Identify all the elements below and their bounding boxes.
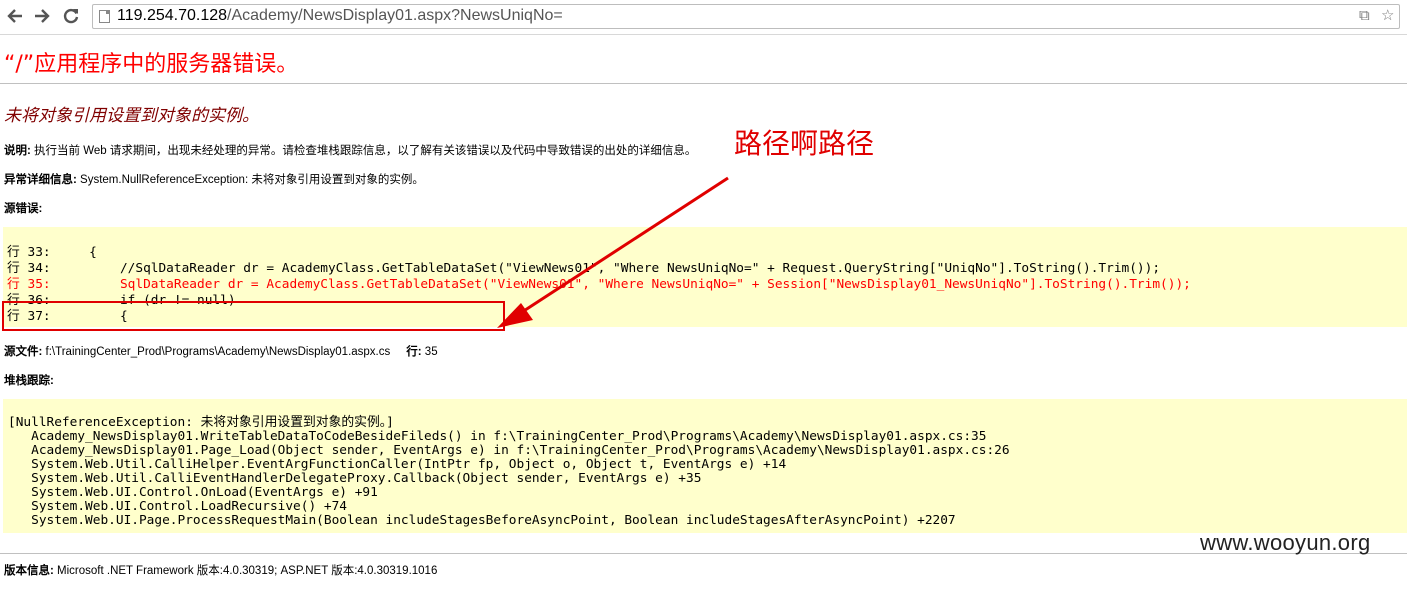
stack-trace-line: System.Web.UI.Page.ProcessRequestMain(Bo…: [8, 513, 956, 528]
stack-trace-line: System.Web.UI.Control.LoadRecursive() +7…: [8, 499, 347, 514]
annotation-text: 路径啊路径: [734, 127, 875, 160]
version-text: Microsoft .NET Framework 版本:4.0.30319; A…: [53, 565, 438, 577]
watermark: www.wooyun.org: [1200, 530, 1371, 555]
back-arrow-icon: [7, 9, 22, 23]
description-line: 说明: 执行当前 Web 请求期间，出现未经处理的异常。请检查堆栈跟踪信息，以了…: [4, 142, 696, 158]
title-divider: [0, 83, 1407, 84]
exception-details-line: 异常详细信息: System.NullReferenceException: 未…: [4, 171, 424, 187]
source-line-error: 行 35: SqlDataReader dr = AcademyClass.Ge…: [7, 277, 1191, 292]
line-number: 35: [421, 346, 438, 358]
source-file-path: f:\TrainingCenter_Prod\Programs\Academy\…: [42, 346, 391, 358]
stack-trace: [NullReferenceException: 未将对象引用设置到对象的实例。…: [8, 416, 1407, 528]
page-icon: [99, 10, 110, 23]
description-label: 说明:: [4, 145, 31, 157]
forward-arrow-icon: [35, 9, 50, 23]
address-bar[interactable]: 119.254.70.128/Academy/NewsDisplay01.asp…: [92, 4, 1400, 29]
source-error-heading: 源错误:: [4, 203, 43, 215]
back-button[interactable]: [4, 5, 26, 27]
version-label: 版本信息:: [4, 565, 54, 577]
source-file-line: 源文件: f:\TrainingCenter_Prod\Programs\Aca…: [4, 343, 438, 359]
source-line: 行 33: {: [7, 245, 97, 260]
line-label: 行:: [406, 346, 422, 358]
exception-text: System.NullReferenceException: 未将对象引用设置到…: [76, 174, 424, 186]
error-message: 未将对象引用设置到对象的实例。: [4, 106, 259, 126]
annotation-highlight-box: [2, 301, 505, 331]
star-icon[interactable]: ☆: [1381, 8, 1394, 23]
exception-label: 异常详细信息:: [4, 174, 77, 186]
stack-trace-line: [NullReferenceException: 未将对象引用设置到对象的实例。…: [8, 415, 394, 430]
stack-trace-line: Academy_NewsDisplay01.WriteTableDataToCo…: [8, 429, 987, 444]
stack-trace-heading: 堆栈跟踪:: [4, 375, 54, 387]
translate-icon[interactable]: ⧉: [1359, 8, 1370, 23]
url-text[interactable]: 119.254.70.128/Academy/NewsDisplay01.asp…: [117, 7, 563, 25]
source-file-label: 源文件:: [4, 346, 43, 358]
reload-button[interactable]: [60, 5, 82, 27]
footer-divider: [0, 553, 1407, 554]
stack-trace-box: [NullReferenceException: 未将对象引用设置到对象的实例。…: [3, 399, 1407, 533]
forward-button[interactable]: [31, 5, 53, 27]
browser-toolbar: 119.254.70.128/Academy/NewsDisplay01.asp…: [0, 0, 1407, 35]
stack-trace-line: System.Web.Util.CalliEventHandlerDelegat…: [8, 471, 702, 486]
source-line: 行 34: //SqlDataReader dr = AcademyClass.…: [7, 261, 1161, 276]
description-text: 执行当前 Web 请求期间，出现未经处理的异常。请检查堆栈跟踪信息，以了解有关该…: [30, 145, 697, 157]
page-title: “/”应用程序中的服务器错误。: [4, 52, 299, 77]
stack-trace-line: System.Web.UI.Control.OnLoad(EventArgs e…: [8, 485, 378, 500]
reload-icon: [63, 8, 79, 24]
version-info-line: 版本信息: Microsoft .NET Framework 版本:4.0.30…: [4, 562, 437, 578]
stack-trace-line: Academy_NewsDisplay01.Page_Load(Object s…: [8, 443, 1010, 458]
stack-trace-line: System.Web.Util.CalliHelper.EventArgFunc…: [8, 457, 787, 472]
